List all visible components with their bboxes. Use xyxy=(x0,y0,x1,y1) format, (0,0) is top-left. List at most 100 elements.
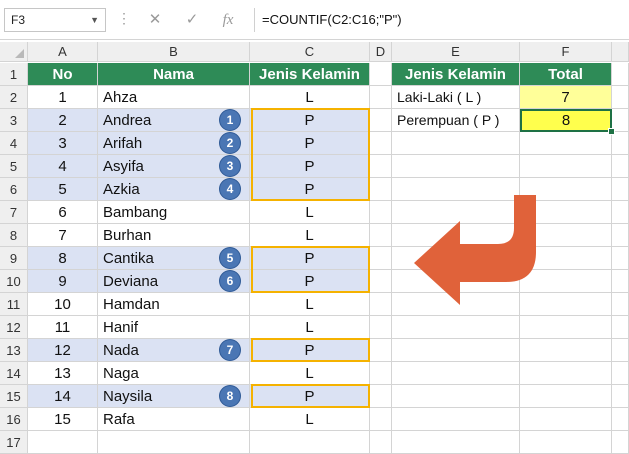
cell-jenis-kelamin[interactable]: L xyxy=(250,224,370,247)
cell[interactable] xyxy=(612,201,629,224)
column-header-b[interactable]: B xyxy=(98,42,250,62)
cell-jenis-kelamin[interactable]: L xyxy=(250,86,370,109)
cell-nama[interactable]: Burhan xyxy=(98,224,250,247)
cell-nama[interactable]: Naga xyxy=(98,362,250,385)
row-header-11[interactable]: 11 xyxy=(0,293,28,316)
row-header-7[interactable]: 7 xyxy=(0,201,28,224)
header-nama[interactable]: Nama xyxy=(98,63,250,86)
cell-jenis-kelamin[interactable]: L xyxy=(250,316,370,339)
cell[interactable] xyxy=(370,408,392,431)
cell-jenis-kelamin[interactable]: L xyxy=(250,293,370,316)
column-header-c[interactable]: C xyxy=(250,42,370,62)
cell-nama[interactable]: Ahza xyxy=(98,86,250,109)
enter-icon[interactable]: ✓ xyxy=(181,9,203,31)
cell[interactable] xyxy=(370,247,392,270)
cell[interactable] xyxy=(392,132,520,155)
name-box[interactable]: F3 ▼ xyxy=(4,8,106,32)
cell[interactable] xyxy=(612,362,629,385)
summary-perempuan-label[interactable]: Perempuan ( P ) xyxy=(392,109,520,132)
cell-jenis-kelamin[interactable]: L xyxy=(250,362,370,385)
row-header-6[interactable]: 6 xyxy=(0,178,28,201)
cell[interactable] xyxy=(370,224,392,247)
cell[interactable] xyxy=(370,178,392,201)
cell[interactable] xyxy=(612,155,629,178)
cell[interactable] xyxy=(612,247,629,270)
cell[interactable] xyxy=(392,316,520,339)
cell[interactable] xyxy=(392,408,520,431)
cell[interactable] xyxy=(392,385,520,408)
summary-laki-label[interactable]: Laki-Laki ( L ) xyxy=(392,86,520,109)
column-header-e[interactable]: E xyxy=(392,42,520,62)
cell-no[interactable]: 11 xyxy=(28,316,98,339)
cell[interactable] xyxy=(370,109,392,132)
cell-jenis-kelamin[interactable]: L xyxy=(250,201,370,224)
column-header-partial[interactable] xyxy=(612,42,629,62)
cell[interactable] xyxy=(612,385,629,408)
cell-no[interactable]: 12 xyxy=(28,339,98,362)
cell[interactable] xyxy=(392,362,520,385)
cell[interactable] xyxy=(392,339,520,362)
row-header-1[interactable]: 1 xyxy=(0,63,28,86)
cell[interactable] xyxy=(98,431,250,454)
cell[interactable] xyxy=(612,293,629,316)
row-header-4[interactable]: 4 xyxy=(0,132,28,155)
summary-header-total[interactable]: Total xyxy=(520,63,612,86)
select-all-corner[interactable] xyxy=(0,42,28,62)
row-header-14[interactable]: 14 xyxy=(0,362,28,385)
cell[interactable] xyxy=(370,201,392,224)
cell[interactable] xyxy=(520,339,612,362)
cell-no[interactable]: 5 xyxy=(28,178,98,201)
cell-no[interactable]: 9 xyxy=(28,270,98,293)
cell-no[interactable]: 10 xyxy=(28,293,98,316)
cell-no[interactable]: 13 xyxy=(28,362,98,385)
cell[interactable] xyxy=(392,431,520,454)
row-header-16[interactable]: 16 xyxy=(0,408,28,431)
column-header-f[interactable]: F xyxy=(520,42,612,62)
cell[interactable] xyxy=(612,63,629,86)
cell[interactable] xyxy=(370,63,392,86)
column-header-a[interactable]: A xyxy=(28,42,98,62)
header-no[interactable]: No xyxy=(28,63,98,86)
summary-laki-total[interactable]: 7 xyxy=(520,86,612,109)
cell[interactable] xyxy=(612,132,629,155)
insert-function-icon[interactable]: fx xyxy=(217,9,239,31)
cell[interactable] xyxy=(370,155,392,178)
header-jenis-kelamin[interactable]: Jenis Kelamin xyxy=(250,63,370,86)
cell[interactable] xyxy=(612,224,629,247)
row-header-17[interactable]: 17 xyxy=(0,431,28,454)
row-header-3[interactable]: 3 xyxy=(0,109,28,132)
cell[interactable] xyxy=(370,385,392,408)
cell-no[interactable]: 7 xyxy=(28,224,98,247)
cell[interactable] xyxy=(612,408,629,431)
row-header-12[interactable]: 12 xyxy=(0,316,28,339)
cell-jenis-kelamin[interactable]: L xyxy=(250,408,370,431)
cell-no[interactable]: 3 xyxy=(28,132,98,155)
row-header-15[interactable]: 15 xyxy=(0,385,28,408)
cell[interactable] xyxy=(520,385,612,408)
cell[interactable] xyxy=(520,132,612,155)
cell-no[interactable]: 2 xyxy=(28,109,98,132)
cell[interactable] xyxy=(520,362,612,385)
cell-no[interactable]: 4 xyxy=(28,155,98,178)
summary-perempuan-total[interactable]: 8 xyxy=(520,109,612,132)
cell[interactable] xyxy=(520,316,612,339)
cell-nama[interactable]: Bambang xyxy=(98,201,250,224)
cell[interactable] xyxy=(370,431,392,454)
cell-nama[interactable]: Hamdan xyxy=(98,293,250,316)
chevron-down-icon[interactable]: ▼ xyxy=(90,9,99,31)
row-header-13[interactable]: 13 xyxy=(0,339,28,362)
cell[interactable] xyxy=(520,155,612,178)
cell-nama[interactable]: Rafa xyxy=(98,408,250,431)
row-header-9[interactable]: 9 xyxy=(0,247,28,270)
cell-no[interactable]: 8 xyxy=(28,247,98,270)
row-header-10[interactable]: 10 xyxy=(0,270,28,293)
cell[interactable] xyxy=(612,316,629,339)
more-options-icon[interactable]: ⋮ xyxy=(117,9,131,31)
cell[interactable] xyxy=(520,431,612,454)
cell-nama[interactable]: Hanif xyxy=(98,316,250,339)
cell[interactable] xyxy=(370,339,392,362)
cell[interactable] xyxy=(370,316,392,339)
cell[interactable] xyxy=(250,431,370,454)
cell[interactable] xyxy=(370,362,392,385)
cell-no[interactable]: 15 xyxy=(28,408,98,431)
